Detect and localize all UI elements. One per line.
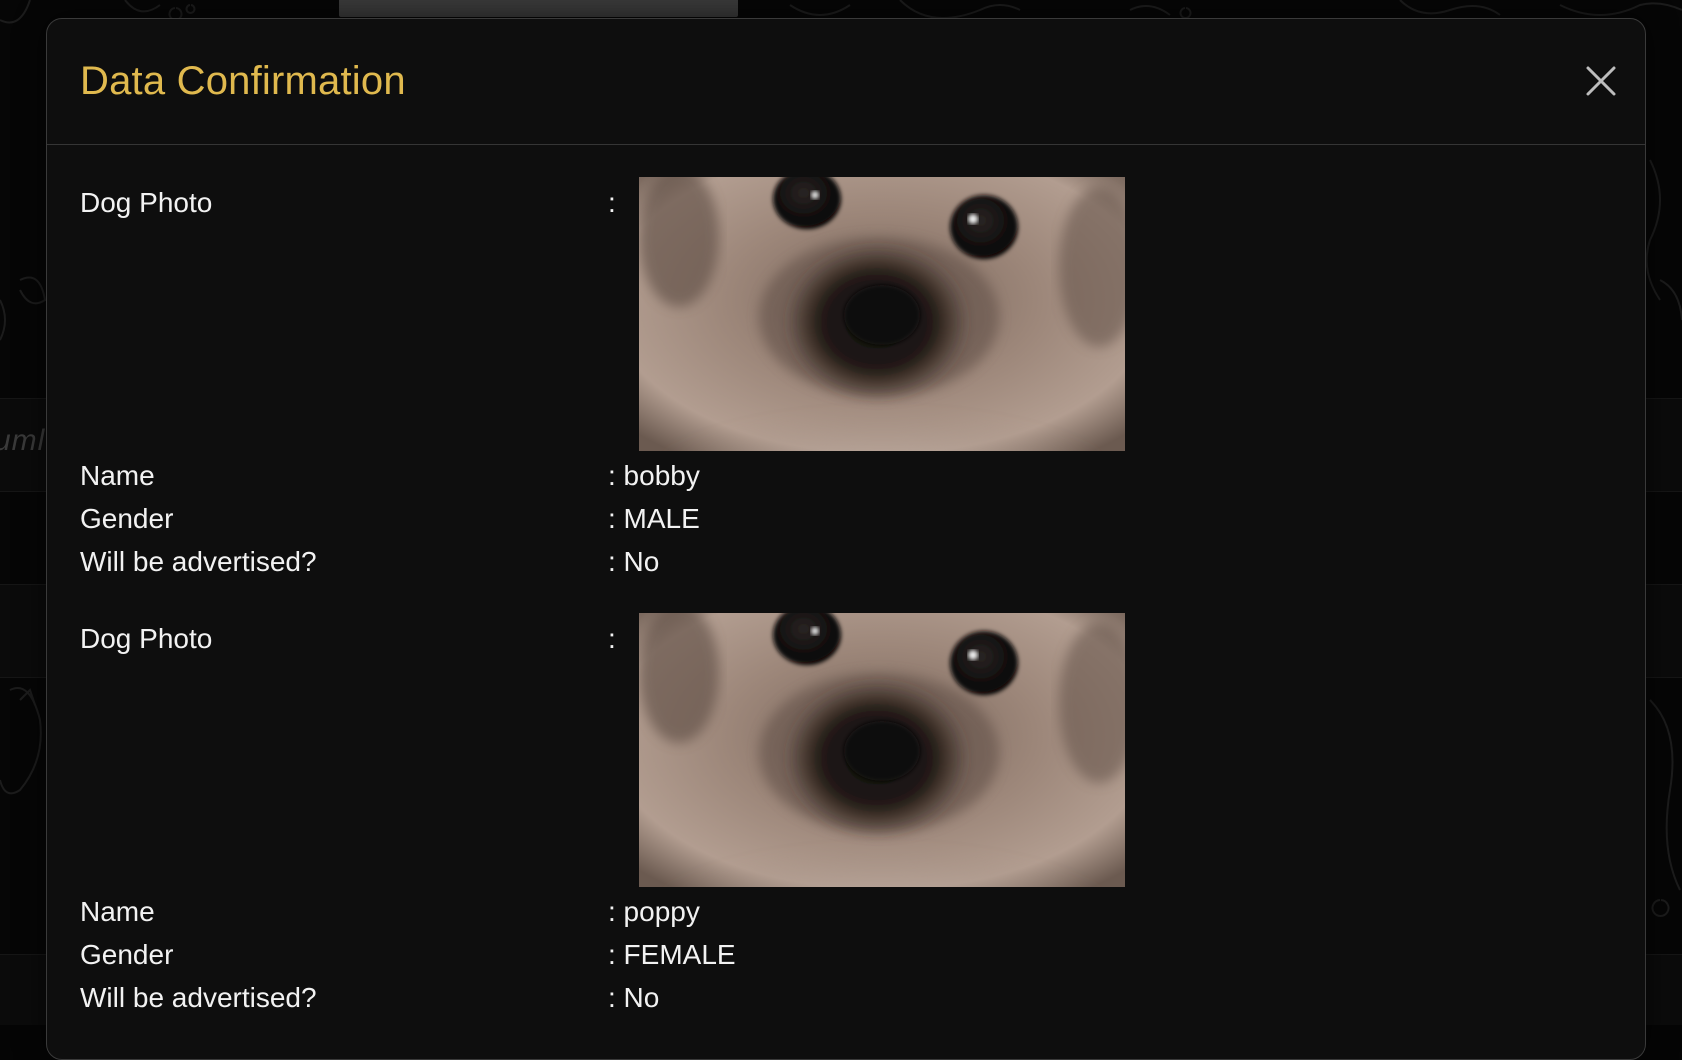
- data-confirmation-modal: Data Confirmation Dog Photo : Name: bob…: [46, 18, 1646, 1060]
- gender-label: Gender: [80, 503, 174, 534]
- dog-photo: [639, 177, 1125, 451]
- advertised-row: Will be advertised? : No: [47, 546, 1645, 582]
- advertised-row: Will be advertised? : No: [47, 982, 1645, 1018]
- name-label: Name: [80, 460, 155, 491]
- gender-value: : MALE: [608, 503, 700, 534]
- photo-separator: :: [608, 623, 616, 654]
- name-row: Name : poppy: [47, 896, 1645, 932]
- close-button[interactable]: [1581, 61, 1621, 101]
- photo-label: Dog Photo: [80, 187, 213, 218]
- name-row: Name : bobby: [47, 460, 1645, 496]
- advertised-label: Will be advertised?: [80, 982, 317, 1013]
- gender-row: Gender : FEMALE: [47, 939, 1645, 975]
- name-label: Name: [80, 896, 155, 927]
- advertised-value: : No: [608, 546, 660, 577]
- background-top-tab: [339, 0, 738, 17]
- gender-label: Gender: [80, 939, 174, 970]
- advertised-value: : No: [608, 982, 660, 1013]
- background-ghost-text: uml: [0, 424, 46, 457]
- close-icon: [1586, 66, 1616, 96]
- modal-title: Data Confirmation: [80, 59, 406, 103]
- name-value: : poppy: [608, 896, 700, 927]
- photo-label: Dog Photo: [80, 623, 213, 654]
- modal-header: Data Confirmation: [47, 19, 1645, 145]
- gender-row: Gender : MALE: [47, 503, 1645, 539]
- name-value: : bobby: [608, 460, 700, 491]
- dog-photo: [639, 613, 1125, 887]
- gender-value: : FEMALE: [608, 939, 736, 970]
- advertised-label: Will be advertised?: [80, 546, 317, 577]
- photo-separator: :: [608, 187, 616, 218]
